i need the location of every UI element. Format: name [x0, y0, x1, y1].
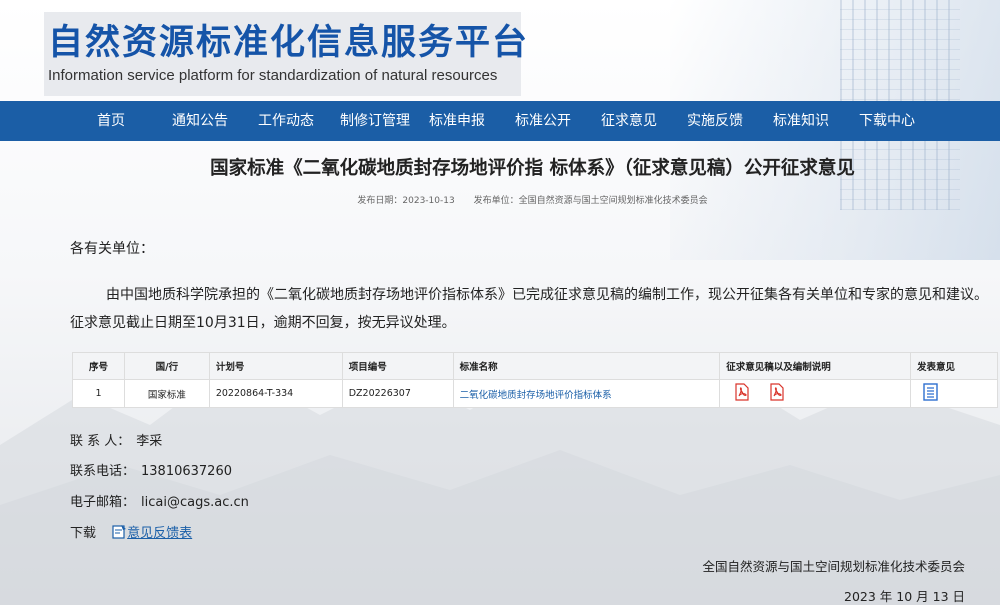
standard-name-link[interactable]: 二氧化碳地质封存场地评价指标体系: [460, 390, 612, 401]
contact-email-value: licai@cags.ac.cn: [141, 495, 249, 510]
article-meta: 发布日期：2023-10-13 发布单位：全国自然资源与国土空间规划标准化技术委…: [0, 193, 1000, 206]
col-header-plan: 计划号: [208, 352, 343, 380]
nav-notices[interactable]: 通知公告: [172, 101, 228, 141]
contact-phone-label: 联系电话：: [70, 464, 136, 479]
cell-feedback: [910, 379, 998, 408]
issue-date: 2023 年 10 月 13 日: [844, 589, 965, 604]
publish-date: 发布日期：2023-10-13: [357, 196, 455, 206]
col-header-type: 国/行: [123, 352, 210, 380]
pdf-explanation-icon[interactable]: [769, 383, 785, 404]
site-title: 自然资源标准化信息服务平台: [48, 23, 530, 63]
nav-download-center[interactable]: 下载中心: [859, 101, 915, 141]
download-label: 下载: [70, 526, 97, 541]
site-header: 自然资源标准化信息服务平台 Information service platfo…: [44, 12, 527, 96]
contact-email-label: 电子邮箱：: [70, 495, 136, 510]
greeting: 各有关单位：: [70, 241, 154, 257]
issuing-organization: 全国自然资源与国土空间规划标准化技术委员会: [702, 559, 965, 574]
cell-name: 二氧化碳地质封存场地评价指标体系: [452, 379, 721, 408]
contact-person-label: 联 系 人：: [70, 434, 131, 449]
cell-project: DZ20226307: [341, 379, 454, 408]
site-subtitle: Information service platform for standar…: [48, 67, 498, 84]
document-icon: [112, 524, 127, 543]
nav-revision-management[interactable]: 制修订管理: [340, 101, 410, 141]
col-header-no: 序号: [72, 352, 125, 380]
table-row: 1 国家标准 20220864-T-334 DZ20226307 二氧化碳地质封…: [72, 379, 998, 408]
col-header-name: 标准名称: [452, 352, 721, 380]
col-header-project: 项目编号: [341, 352, 454, 380]
article-body: 由中国地质科学院承担的《二氧化碳地质封存场地评价指标体系》已完成征求意见稿的编制…: [70, 287, 988, 331]
contact-phone: 联系电话： 13810637260: [70, 460, 232, 479]
contact-person-value: 李采: [136, 434, 163, 449]
cell-type: 国家标准: [123, 379, 210, 408]
col-header-draft: 征求意见稿以及编制说明: [719, 352, 912, 380]
table-header-row: 序号 国/行 计划号 项目编号 标准名称 征求意见稿以及编制说明 发表意见: [72, 352, 998, 380]
nav-implementation-feedback[interactable]: 实施反馈: [687, 101, 743, 141]
article-title: 国家标准《二氧化碳地质封存场地评价指 标体系》（征求意见稿）公开征求意见: [210, 158, 855, 179]
contact-phone-value: 13810637260: [141, 464, 232, 479]
col-header-feedback: 发表意见: [910, 352, 998, 380]
cell-plan: 20220864-T-334: [208, 379, 343, 408]
main-nav: 首页 通知公告 工作动态 制修订管理 标准申报 标准公开 征求意见 实施反馈 标…: [0, 101, 1000, 141]
feedback-form-download-link[interactable]: 意见反馈表: [127, 526, 192, 541]
publisher: 发布单位：全国自然资源与国土空间规划标准化技术委员会: [473, 196, 708, 206]
contact-email: 电子邮箱： licai@cags.ac.cn: [70, 491, 249, 510]
nav-standard-application[interactable]: 标准申报: [429, 101, 485, 141]
nav-home[interactable]: 首页: [97, 101, 125, 141]
nav-solicit-opinions[interactable]: 征求意见: [601, 101, 657, 141]
nav-standard-knowledge[interactable]: 标准知识: [773, 101, 829, 141]
contact-person: 联 系 人： 李采: [70, 430, 162, 449]
cell-draft: [719, 379, 912, 408]
feedback-form-icon[interactable]: [923, 383, 938, 404]
download-row: 下载 意见反馈表: [70, 522, 192, 543]
pdf-draft-icon[interactable]: [734, 383, 750, 404]
nav-standard-publication[interactable]: 标准公开: [515, 101, 571, 141]
standards-table: 序号 国/行 计划号 项目编号 标准名称 征求意见稿以及编制说明 发表意见 1 …: [72, 352, 998, 408]
cell-no: 1: [72, 379, 125, 408]
nav-work-news[interactable]: 工作动态: [258, 101, 314, 141]
